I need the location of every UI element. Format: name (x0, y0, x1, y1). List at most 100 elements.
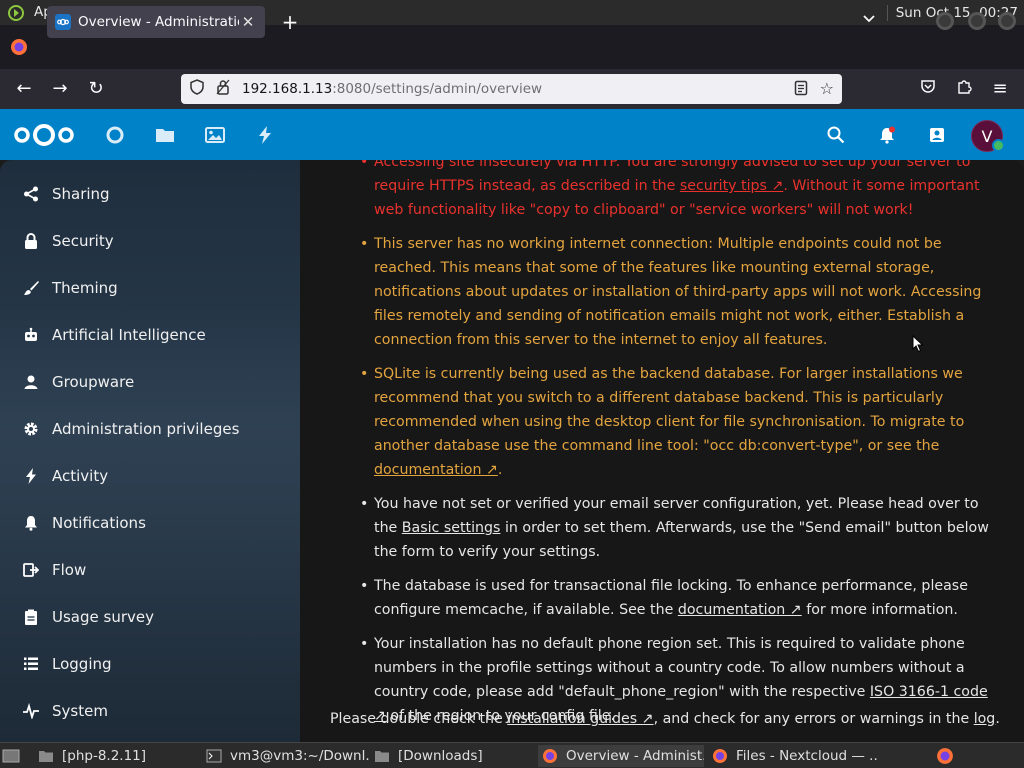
window-close-button[interactable] (998, 12, 1016, 30)
sidebar-item-label: Theming (52, 279, 118, 297)
documentation-link[interactable]: documentation ↗ (678, 602, 802, 618)
installation-guides-link[interactable]: installation guides ↗ (507, 711, 653, 727)
warning-insecure-http: Accessing site insecurely via HTTP. You … (334, 160, 994, 222)
window-maximize-button[interactable] (968, 12, 986, 30)
notice-text: Please double check the (330, 711, 508, 727)
sidebar-item-notifications[interactable]: Notifications (0, 503, 300, 543)
sidebar-item-label: Groupware (52, 373, 135, 391)
folder-icon (374, 748, 390, 764)
warning-memcache: The database is used for transactional f… (334, 574, 994, 622)
active-tab[interactable]: Overview - Administration s ✕ (47, 6, 265, 38)
firefox-view-icon[interactable] (0, 25, 38, 69)
insecure-lock-icon[interactable] (216, 79, 232, 99)
security-tips-link[interactable]: security tips ↗ (680, 178, 783, 194)
nextcloud-header (0, 109, 1024, 160)
user-group-icon (22, 373, 40, 391)
firefox-launcher-icon[interactable] (936, 745, 958, 767)
show-desktop-icon[interactable] (2, 745, 24, 767)
overview-main-content: Accessing site insecurely via HTTP. You … (300, 160, 1024, 742)
taskbar-item-files-nextcloud[interactable]: Files - Nextcloud — ... (708, 745, 878, 767)
firefox-icon (712, 748, 728, 764)
sidebar-item-security[interactable]: Security (0, 221, 300, 261)
warning-text: SQLite is currently being used as the ba… (374, 366, 965, 454)
sidebar-item-flow[interactable]: Flow (0, 550, 300, 590)
contacts-icon[interactable] (926, 124, 948, 146)
pulse-icon (22, 702, 40, 720)
mouse-pointer-icon (912, 334, 924, 357)
nextcloud-logo-icon[interactable] (13, 123, 75, 147)
tab-close-icon[interactable]: ✕ (239, 13, 257, 31)
sidebar-item-activity[interactable]: Activity (0, 456, 300, 496)
sidebar-item-administration-privileges[interactable]: Administration privileges (0, 409, 300, 449)
notice-text: . (995, 711, 1000, 727)
sidebar-item-label: Logging (52, 655, 112, 673)
taskbar-item-overview[interactable]: Overview - Administ... (538, 745, 704, 767)
gnome-foot-icon[interactable] (5, 2, 27, 24)
shield-icon[interactable] (190, 79, 206, 99)
sidebar-item-system[interactable]: System (0, 691, 300, 731)
sidebar-item-label: Usage survey (52, 608, 154, 626)
nextcloud-favicon-icon (55, 14, 71, 30)
bookmark-star-icon[interactable]: ☆ (820, 79, 834, 98)
url-bar[interactable]: 192.168.1.13:8080/settings/admin/overvie… (181, 74, 842, 104)
dashboard-circle-icon[interactable] (104, 124, 126, 146)
warning-text: This server has no working internet conn… (374, 236, 982, 348)
robot-icon (22, 326, 40, 344)
documentation-link[interactable]: documentation ↗ (374, 462, 498, 478)
warning-no-internet: This server has no working internet conn… (334, 232, 994, 352)
setup-warnings-list: Accessing site insecurely via HTTP. You … (334, 160, 994, 738)
survey-icon (22, 608, 40, 626)
task-label: Files - Nextcloud — ... (736, 748, 878, 764)
admin-settings-sidebar: Sharing Security Theming Artificial Inte… (0, 160, 300, 742)
double-check-notice: Please double check the installation gui… (330, 711, 1000, 727)
sidebar-item-theming[interactable]: Theming (0, 268, 300, 308)
sidebar-item-label: Sharing (52, 185, 110, 203)
url-host: 192.168.1.13 (242, 81, 333, 97)
chevron-down-icon[interactable] (862, 12, 876, 28)
pocket-icon[interactable] (916, 77, 940, 101)
sidebar-item-label: Flow (52, 561, 87, 579)
activity-lightning-icon[interactable] (254, 124, 276, 146)
files-folder-icon[interactable] (154, 124, 176, 146)
warning-text: . (497, 462, 503, 478)
sidebar-item-label: Administration privileges (52, 420, 240, 438)
terminal-icon (206, 748, 222, 764)
new-tab-plus-icon[interactable]: + (278, 10, 302, 34)
task-label: [Downloads] (398, 748, 483, 764)
sidebar-item-artificial-intelligence[interactable]: Artificial Intelligence (0, 315, 300, 355)
task-label: [php-8.2.11] (62, 748, 147, 764)
sidebar-item-label: Security (52, 232, 114, 250)
url-text[interactable]: 192.168.1.13:8080/settings/admin/overvie… (242, 81, 542, 97)
sidebar-item-sharing[interactable]: Sharing (0, 174, 300, 214)
list-icon (22, 655, 40, 673)
lock-icon (22, 232, 40, 250)
search-icon[interactable] (825, 124, 847, 146)
sidebar-item-usage-survey[interactable]: Usage survey (0, 597, 300, 637)
taskbar-item-terminal[interactable]: vm3@vm3:~/Downl... (206, 745, 370, 767)
firefox-icon (542, 748, 558, 764)
taskbar-item-php[interactable]: [php-8.2.11] (38, 745, 198, 767)
back-arrow-icon[interactable]: ← (12, 77, 36, 101)
sidebar-item-logging[interactable]: Logging (0, 644, 300, 684)
task-label: Overview - Administ... (566, 748, 704, 764)
forward-arrow-icon[interactable]: → (48, 77, 72, 101)
bottom-taskbar: [php-8.2.11] vm3@vm3:~/Downl... [Downloa… (0, 742, 1024, 768)
warning-sqlite: SQLite is currently being used as the ba… (334, 362, 994, 482)
brush-icon (22, 279, 40, 297)
hamburger-menu-icon[interactable]: ≡ (988, 77, 1012, 101)
log-link[interactable]: log (974, 711, 996, 727)
taskbar-item-downloads[interactable]: [Downloads] (374, 745, 534, 767)
notifications-bell-icon[interactable] (876, 124, 898, 146)
gear-icon (22, 420, 40, 438)
window-minimize-button[interactable] (936, 12, 954, 30)
task-label: vm3@vm3:~/Downl... (230, 748, 370, 764)
sidebar-item-label: Artificial Intelligence (52, 326, 206, 344)
url-path: :8080/settings/admin/overview (332, 81, 543, 97)
reload-icon[interactable]: ↻ (84, 77, 108, 101)
extensions-puzzle-icon[interactable] (952, 77, 976, 101)
sidebar-item-groupware[interactable]: Groupware (0, 362, 300, 402)
photos-image-icon[interactable] (204, 124, 226, 146)
reader-view-icon[interactable] (794, 80, 808, 100)
tab-title: Overview - Administration s (78, 14, 239, 30)
basic-settings-link[interactable]: Basic settings (402, 520, 501, 536)
